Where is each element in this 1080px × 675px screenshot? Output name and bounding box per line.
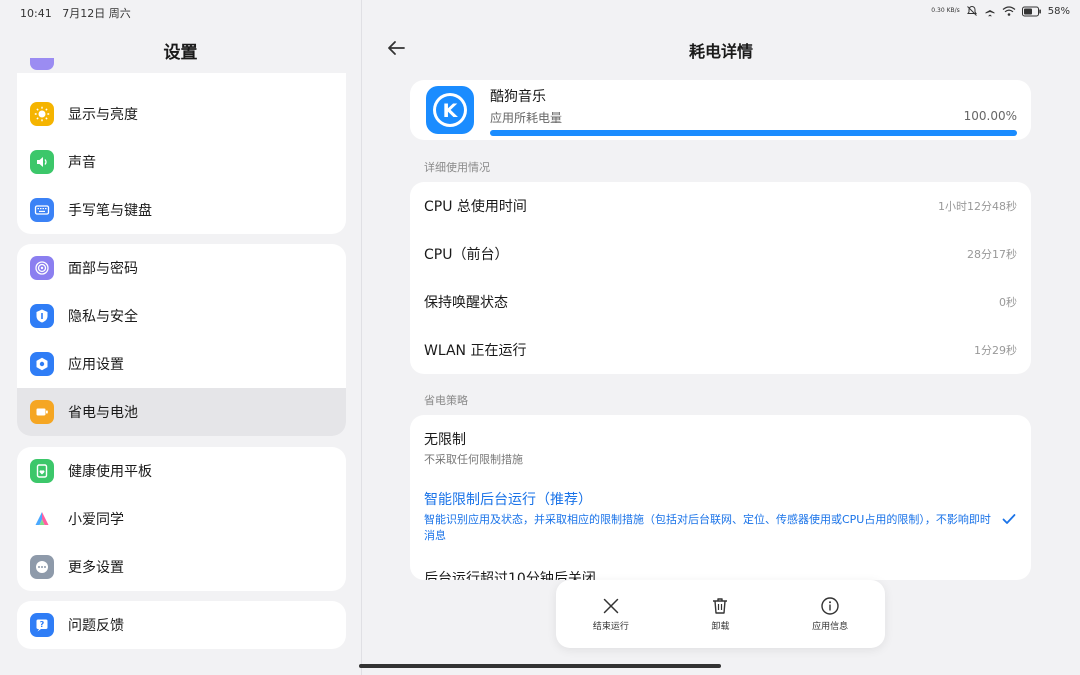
usage-key: CPU 总使用时间	[424, 199, 527, 215]
detail-pane: 0.30 KB/s 58% 耗电详情 K 酷狗音乐 应用所耗电量 100.00%…	[362, 0, 1080, 675]
settings-group-1: 显示与亮度 声音 手写笔与键盘	[17, 73, 346, 234]
keyboard-icon	[30, 198, 54, 222]
sidebar-item-label: 问题反馈	[68, 618, 124, 634]
usage-key: WLAN 正在运行	[424, 343, 527, 359]
usage-row-cpu-total: CPU 总使用时间 1小时12分48秒	[410, 182, 1031, 230]
usage-section-label: 详细使用情况	[424, 161, 490, 174]
wifi-icon	[1002, 6, 1016, 16]
status-time: 10:41 7月12日 周六	[20, 7, 131, 20]
policy-desc: 不采取任何限制措施	[424, 453, 523, 466]
sidebar-item-label: 隐私与安全	[68, 309, 138, 325]
usage-value: 1小时12分48秒	[938, 200, 1017, 213]
sidebar-item-face-password[interactable]: 面部与密码	[17, 244, 346, 292]
sidebar-item-privacy[interactable]: 隐私与安全	[17, 292, 346, 340]
svg-text:K: K	[443, 100, 459, 122]
power-progress-bar	[490, 130, 1017, 136]
app-name: 酷狗音乐	[490, 89, 546, 105]
policy-card: 无限制 不采取任何限制措施 智能限制后台运行（推荐） 智能识别应用及状态，并采取…	[410, 415, 1031, 580]
sidebar-item-label: 更多设置	[68, 560, 124, 576]
uninstall-button[interactable]: 卸载	[680, 596, 760, 632]
power-progress-fill	[490, 130, 1017, 136]
sidebar-item-label: 手写笔与键盘	[68, 203, 152, 219]
settings-group-3: 健康使用平板 小爱同学 更多设置	[17, 447, 346, 591]
app-power-percent: 100.00%	[963, 109, 1017, 123]
sidebar-item-feedback[interactable]: ? 问题反馈	[17, 601, 346, 649]
sidebar-item-label: 面部与密码	[68, 261, 138, 277]
shield-icon	[30, 304, 54, 328]
policy-option-unrestricted[interactable]: 无限制 不采取任何限制措施	[424, 429, 1017, 468]
policy-desc: 智能识别应用及状态，并采取相应的限制措施（包括对后台联网、定位、传感器使用或CP…	[424, 513, 991, 542]
health-icon	[30, 459, 54, 483]
trash-icon	[713, 598, 728, 614]
app-info-button[interactable]: 应用信息	[790, 596, 870, 632]
sidebar-item-label: 省电与电池	[68, 405, 138, 421]
usage-value: 0秒	[999, 296, 1017, 309]
app-power-label: 应用所耗电量	[490, 111, 563, 125]
settings-group-2: 面部与密码 隐私与安全 应用设置 省电与电池	[17, 244, 346, 436]
sidebar-item-more-settings[interactable]: 更多设置	[17, 543, 346, 591]
partial-icon	[30, 58, 54, 70]
action-label: 结束运行	[592, 622, 629, 632]
settings-pane: 10:41 7月12日 周六 设置 显示与亮度 声音 手写笔与键盘 面部与密码 …	[0, 0, 361, 675]
action-label: 应用信息	[812, 622, 849, 632]
sidebar-item-sound[interactable]: 声音	[17, 138, 346, 186]
usage-key: 保持唤醒状态	[424, 295, 508, 311]
feedback-icon: ?	[30, 613, 54, 637]
home-indicator[interactable]	[359, 664, 721, 668]
usage-row-cpu-foreground: CPU（前台） 28分17秒	[410, 230, 1031, 278]
page-title: 耗电详情	[688, 42, 753, 61]
sun-icon	[30, 102, 54, 126]
policy-option-close-after-10min[interactable]: 后台运行超过10分钟后关闭	[424, 568, 1017, 580]
settings-group-4: ? 问题反馈	[17, 601, 346, 649]
sidebar-item-battery[interactable]: 省电与电池	[17, 388, 346, 436]
usage-row-wlan: WLAN 正在运行 1分29秒	[410, 326, 1031, 374]
sidebar-item-label: 应用设置	[68, 357, 124, 373]
usage-value: 1分29秒	[974, 344, 1017, 357]
sidebar-item-label: 健康使用平板	[68, 464, 152, 480]
battery-icon	[30, 400, 54, 424]
policy-section-label: 省电策略	[424, 394, 468, 407]
policy-title: 智能限制后台运行（推荐）	[424, 492, 592, 508]
usage-row-wakelock: 保持唤醒状态 0秒	[410, 278, 1031, 326]
action-bar: 结束运行 卸载 应用信息	[556, 580, 885, 648]
app-power-card: K 酷狗音乐 应用所耗电量 100.00%	[410, 80, 1031, 140]
policy-title: 无限制	[424, 432, 466, 448]
sidebar-item-label: 显示与亮度	[68, 107, 138, 123]
sidebar-item-label: 声音	[68, 155, 96, 171]
mute-icon	[966, 5, 977, 16]
sidebar-item-app-settings[interactable]: 应用设置	[17, 340, 346, 388]
speaker-icon	[30, 150, 54, 174]
policy-option-smart[interactable]: 智能限制后台运行（推荐） 智能识别应用及状态，并采取相应的限制措施（包括对后台联…	[424, 489, 1017, 544]
sidebar-item-xiaoai[interactable]: 小爱同学	[17, 495, 346, 543]
svg-text:?: ?	[40, 620, 45, 629]
more-icon	[30, 555, 54, 579]
usage-key: CPU（前台）	[424, 247, 509, 263]
status-bar-right: 0.30 KB/s 58%	[931, 5, 1070, 17]
usage-value: 28分17秒	[967, 248, 1017, 261]
scrolled-group-edge	[17, 44, 346, 74]
sidebar-item-health[interactable]: 健康使用平板	[17, 447, 346, 495]
usage-card: CPU 总使用时间 1小时12分48秒 CPU（前台） 28分17秒 保持唤醒状…	[410, 182, 1031, 374]
sidebar-item-display[interactable]: 显示与亮度	[17, 90, 346, 138]
face-icon	[30, 256, 54, 280]
assistant-icon	[30, 507, 54, 531]
close-icon	[603, 598, 619, 614]
kugou-app-icon: K	[426, 86, 474, 134]
check-icon	[1002, 514, 1016, 524]
policy-title: 后台运行超过10分钟后关闭	[424, 571, 596, 580]
battery-status-icon	[1021, 6, 1041, 16]
action-label: 卸载	[711, 622, 730, 632]
net-speed: 0.30 KB/s	[931, 7, 960, 14]
hexagon-icon	[30, 352, 54, 376]
battery-percent: 58%	[1047, 5, 1070, 17]
airplane-icon	[985, 6, 995, 17]
info-icon	[821, 597, 839, 615]
stop-button[interactable]: 结束运行	[571, 596, 651, 632]
sidebar-item-keyboard[interactable]: 手写笔与键盘	[17, 186, 346, 234]
sidebar-item-label: 小爱同学	[68, 512, 124, 528]
